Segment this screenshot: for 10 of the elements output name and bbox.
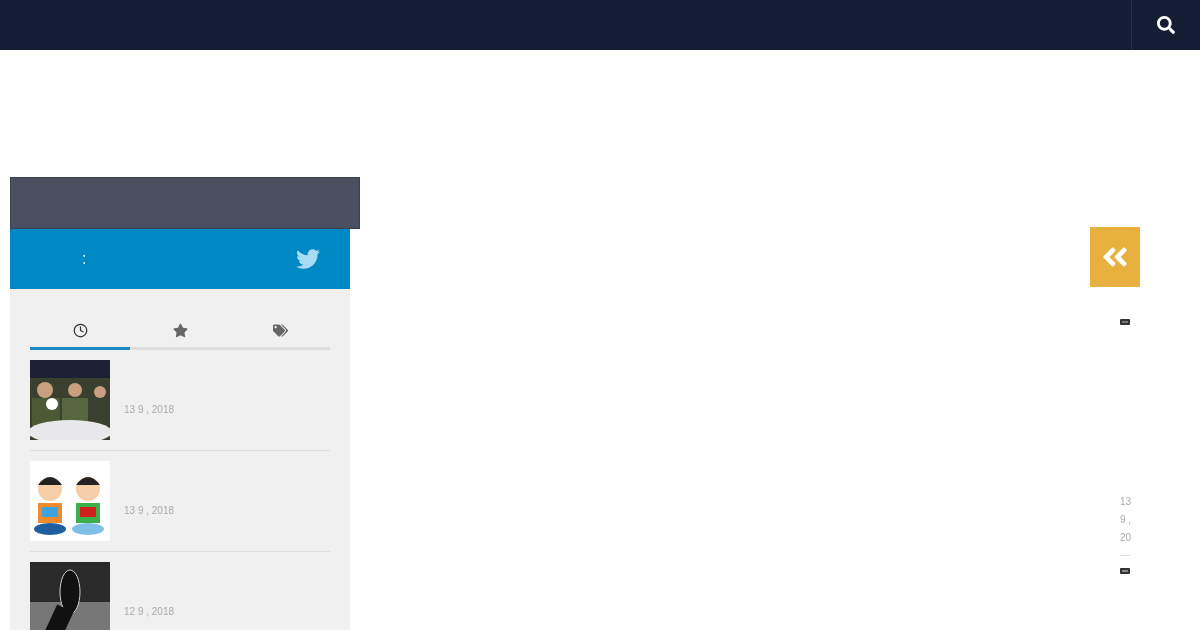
bird-icon xyxy=(296,247,320,271)
twitter-label: : xyxy=(82,250,87,268)
search-icon xyxy=(1157,16,1175,34)
star-icon xyxy=(172,323,188,338)
clock-icon xyxy=(72,323,88,338)
post-date: 13 9 , 2018 xyxy=(124,504,175,516)
post-date: 13 9 , 2018 xyxy=(124,403,175,415)
tags-icon xyxy=(272,323,288,338)
post-date: 13 9 , 20 xyxy=(1120,495,1132,545)
post-date: 12 9 , 2018 xyxy=(124,605,175,617)
